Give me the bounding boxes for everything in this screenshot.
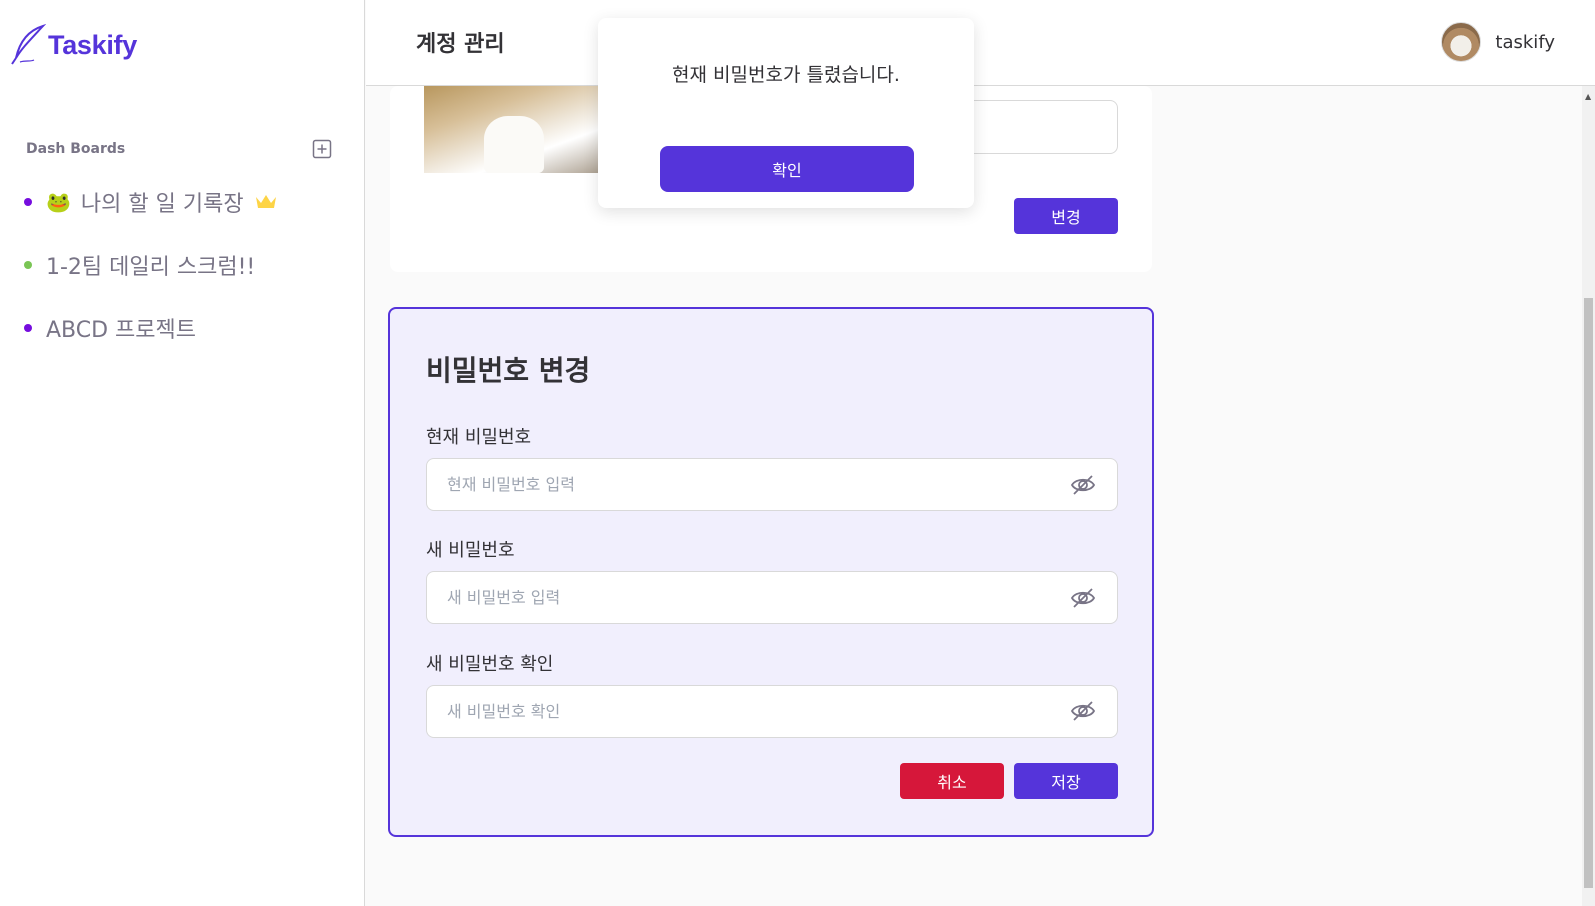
sidebar-item-dashboard-3[interactable]: ABCD 프로젝트 — [24, 312, 278, 344]
sidebar-item-dashboard-2[interactable]: 1-2팀 데일리 스크럼!! — [24, 249, 278, 281]
username: taskify — [1495, 31, 1555, 53]
eye-off-icon[interactable] — [1070, 698, 1096, 724]
sidebar-item-dashboard-1[interactable]: 🐸 나의 할 일 기록장 — [24, 186, 278, 218]
cat-image-detail — [484, 116, 544, 173]
save-button[interactable]: 저장 — [1014, 763, 1118, 799]
cancel-button[interactable]: 취소 — [900, 763, 1004, 799]
frog-emoji-icon: 🐸 — [46, 190, 71, 214]
color-dot — [24, 198, 32, 206]
avatar[interactable] — [1441, 22, 1482, 62]
confirm-password-label: 새 비밀번호 확인 — [426, 654, 554, 675]
logo[interactable]: Taskify — [10, 24, 137, 66]
crown-icon — [255, 195, 276, 208]
new-password-label: 새 비밀번호 — [426, 540, 515, 561]
password-change-card: 비밀번호 변경 현재 비밀번호 새 비밀번호 새 비밀번호 확인 취소 저장 — [388, 307, 1154, 837]
sidebar: Taskify Dash Boards 🐸 나의 할 일 기록장 1-2팀 데일… — [0, 0, 365, 906]
profile-image[interactable] — [424, 86, 606, 173]
modal-message: 현재 비밀번호가 틀렸습니다. — [672, 64, 900, 86]
password-card-title: 비밀번호 변경 — [426, 354, 591, 387]
add-dashboard-icon[interactable] — [312, 139, 332, 159]
dashboard-label: 나의 할 일 기록장 — [80, 192, 244, 217]
dashboards-title: Dash Boards — [26, 141, 126, 157]
new-password-input[interactable] — [426, 571, 1118, 624]
alert-modal: 현재 비밀번호가 틀렸습니다. 확인 — [598, 18, 974, 208]
current-password-label: 현재 비밀번호 — [426, 427, 532, 448]
dashboard-label: 1-2팀 데일리 스크럼!! — [46, 255, 256, 280]
change-profile-button[interactable]: 변경 — [1014, 198, 1118, 234]
current-password-input[interactable] — [426, 458, 1118, 511]
scroll-up-arrow-icon[interactable]: ▲ — [1585, 92, 1591, 101]
logo-text: Taskify — [48, 29, 137, 60]
eye-off-icon[interactable] — [1070, 472, 1096, 498]
dashboard-label: ABCD 프로젝트 — [46, 318, 197, 343]
color-dot — [24, 324, 32, 332]
topbar: 계정 관리 taskify — [366, 0, 1595, 86]
confirm-password-input[interactable] — [426, 685, 1118, 738]
modal-confirm-button[interactable]: 확인 — [660, 146, 914, 192]
page-title: 계정 관리 — [416, 32, 505, 57]
dashboards-header: Dash Boards — [26, 139, 332, 159]
dashboard-list: 🐸 나의 할 일 기록장 1-2팀 데일리 스크럼!! ABCD 프로젝트 — [24, 186, 278, 375]
scroll-thumb[interactable] — [1584, 298, 1593, 888]
eye-off-icon[interactable] — [1070, 585, 1096, 611]
user-profile[interactable]: taskify — [1441, 22, 1555, 62]
feather-logo-icon — [11, 24, 46, 65]
color-dot — [24, 261, 32, 269]
scrollbar[interactable]: ▲ — [1582, 86, 1595, 906]
